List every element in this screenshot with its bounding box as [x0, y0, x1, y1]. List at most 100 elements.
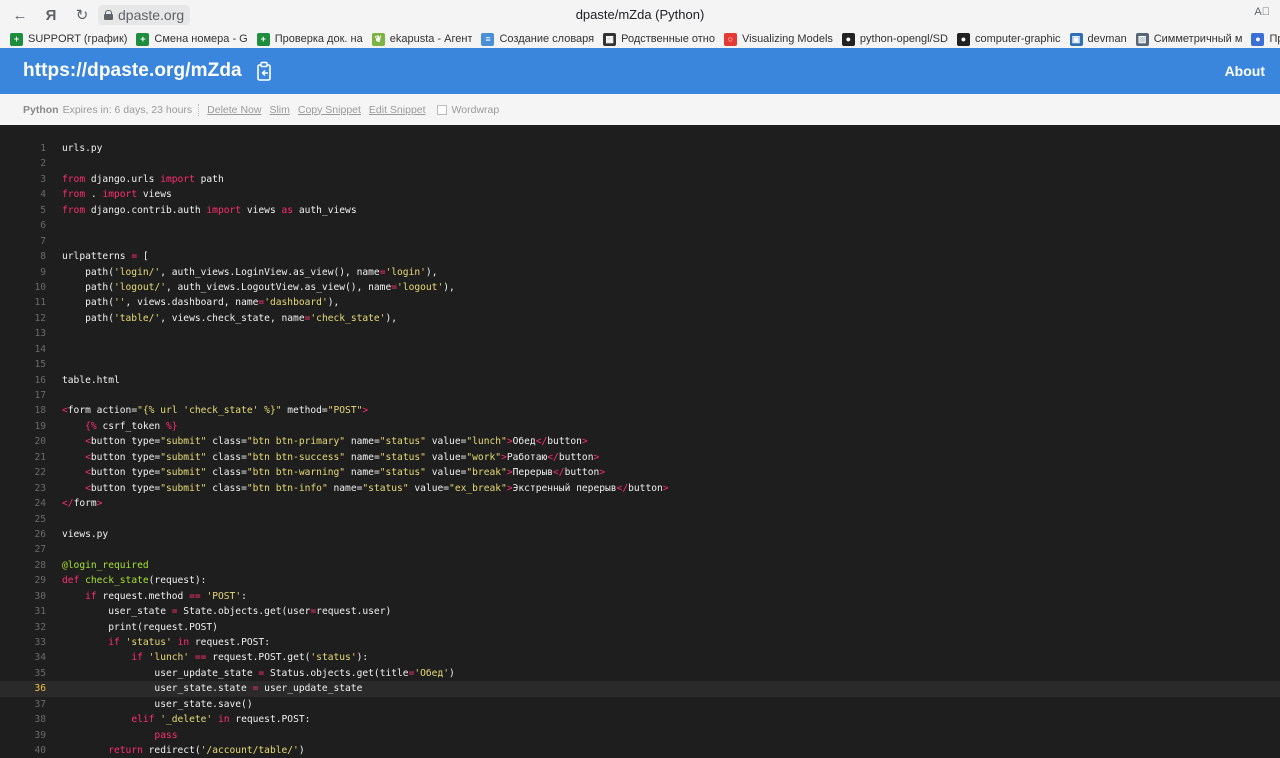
window-title: dpaste/mZda (Python)	[575, 7, 705, 22]
code-view[interactable]: 1 urls.py 2 3 from django.urls import path 4 f…	[0, 125, 1280, 758]
yandex-icon[interactable]: Я	[41, 5, 61, 25]
code-line: 35 user_update_state = Status.objects.ge…	[0, 666, 1280, 681]
code-token: auth_views	[293, 204, 357, 216]
line-number: 32	[34, 621, 46, 633]
code-token: redirect(	[142, 745, 201, 757]
copy-snippet-link[interactable]: Copy Snippet	[298, 104, 361, 116]
code-line: 4 from . import views	[0, 187, 1280, 202]
bookmark-item[interactable]: + SUPPORT (график)	[10, 32, 127, 46]
line-number: 7	[40, 235, 46, 247]
code-text: urls.py	[46, 141, 102, 156]
line-number: 36	[34, 683, 46, 695]
code-token: ),	[385, 312, 398, 324]
about-link[interactable]: About	[1225, 63, 1265, 79]
code-line: 15	[0, 357, 1280, 372]
bookmark-item[interactable]: ● Прогр	[1251, 32, 1280, 46]
code-token: button type=	[90, 436, 161, 448]
code-token: >	[581, 436, 588, 448]
code-token: '/account/table/'	[200, 745, 299, 757]
code-text: <button type="submit" class="btn btn-war…	[46, 465, 605, 480]
line-number: 16	[34, 374, 46, 386]
code-line: 34 if 'lunch' == request.POST.get('statu…	[0, 650, 1280, 665]
code-token: , auth_views.LogoutView.as_view(), name	[165, 281, 392, 293]
code-token: views	[137, 189, 172, 201]
line-number: 6	[40, 220, 46, 232]
code-token: 'POST'	[206, 590, 242, 602]
delete-now-link[interactable]: Delete Now	[207, 104, 261, 116]
line-number: 8	[40, 251, 46, 263]
code-token: )	[449, 667, 455, 679]
code-token: path(	[62, 312, 114, 324]
code-line: 27	[0, 542, 1280, 557]
wordwrap-label[interactable]: Wordwrap	[452, 104, 500, 116]
slim-link[interactable]: Slim	[269, 104, 289, 116]
reader-mode-icon[interactable]: A⃞	[1254, 6, 1270, 18]
code-token: elif	[131, 714, 155, 726]
code-token: user_update_state	[62, 667, 259, 679]
code-token: >	[599, 467, 606, 479]
code-token: button type=	[90, 451, 161, 463]
bookmark-item[interactable]: ▦ Родственные отно	[603, 32, 715, 46]
line-number: 33	[34, 637, 46, 648]
edit-snippet-link[interactable]: Edit Snippet	[369, 104, 426, 116]
code-token: 'login/'	[113, 266, 161, 278]
address-bar[interactable]: dpaste.org	[98, 5, 191, 25]
code-token: ),	[443, 281, 455, 293]
code-token: ==	[194, 652, 207, 664]
bookmark-item[interactable]: ▣ devman	[1069, 32, 1127, 46]
people-icon: ●	[1251, 32, 1265, 46]
line-number: 37	[34, 698, 46, 710]
code-text: path('table/', views.check_state, name='…	[46, 311, 397, 326]
code-token: if	[85, 590, 97, 602]
back-arrow-icon[interactable]: ←	[10, 5, 30, 25]
code-token: "status"	[379, 467, 426, 479]
wordwrap-checkbox[interactable]	[436, 104, 447, 115]
code-line: 40 return redirect('/account/table/')	[0, 743, 1280, 758]
bookmark-item[interactable]: ● computer-graphic	[956, 32, 1061, 46]
code-token: request.user)	[316, 606, 392, 618]
code-token: 'check_state'	[310, 312, 386, 324]
line-number: 13	[34, 328, 46, 340]
line-number: 18	[34, 405, 46, 417]
bookmark-item[interactable]: ▨ Симметричный м	[1135, 32, 1242, 46]
paste-url-title[interactable]: https://dpaste.org/mZda	[23, 60, 242, 82]
bookmark-item[interactable]: ≡ Создание словаря	[481, 32, 594, 46]
line-number: 15	[34, 359, 46, 371]
line-number: 17	[34, 390, 46, 401]
code-token: [	[137, 251, 149, 263]
code-token: >	[362, 405, 369, 417]
bookmark-label: Родственные отно	[621, 33, 715, 45]
code-token: 'logout'	[397, 281, 444, 293]
code-token: "status"	[379, 451, 426, 463]
bookmark-item[interactable]: ○ Visualizing Models	[723, 32, 833, 46]
code-token: form action=	[67, 405, 138, 417]
code-token: >	[662, 482, 669, 494]
bookmark-item[interactable]: ● python-opengl/SD	[841, 32, 948, 46]
expires-label: Expires in: 6 days, 23 hours	[63, 103, 200, 116]
code-text: user_state.state = user_update_state	[46, 681, 362, 696]
code-token: def	[62, 575, 80, 587]
code-token: 'Обед'	[414, 667, 450, 679]
clipboard-copy-icon[interactable]	[256, 61, 274, 81]
code-token: 'dashboard'	[264, 297, 328, 309]
bookmark-item[interactable]: ❦ ekapusta - Агент	[371, 32, 472, 46]
bookmark-item[interactable]: + Смена номера - G	[136, 32, 248, 46]
code-token: from	[62, 173, 86, 185]
line-number: 38	[34, 714, 46, 726]
bookmark-item[interactable]: + Проверка док. на	[256, 32, 363, 46]
code-token: request.POST.get(	[206, 652, 311, 664]
line-number: 25	[34, 513, 46, 525]
code-token: "btn btn-success"	[246, 451, 346, 463]
reload-icon[interactable]: ↻	[72, 5, 92, 25]
code-line: 29 def check_state(request):	[0, 573, 1280, 588]
code-token: name=	[345, 436, 380, 448]
code-token: State.objects.get(user	[177, 606, 311, 618]
code-line: 22 <button type="submit" class="btn btn-…	[0, 465, 1280, 480]
